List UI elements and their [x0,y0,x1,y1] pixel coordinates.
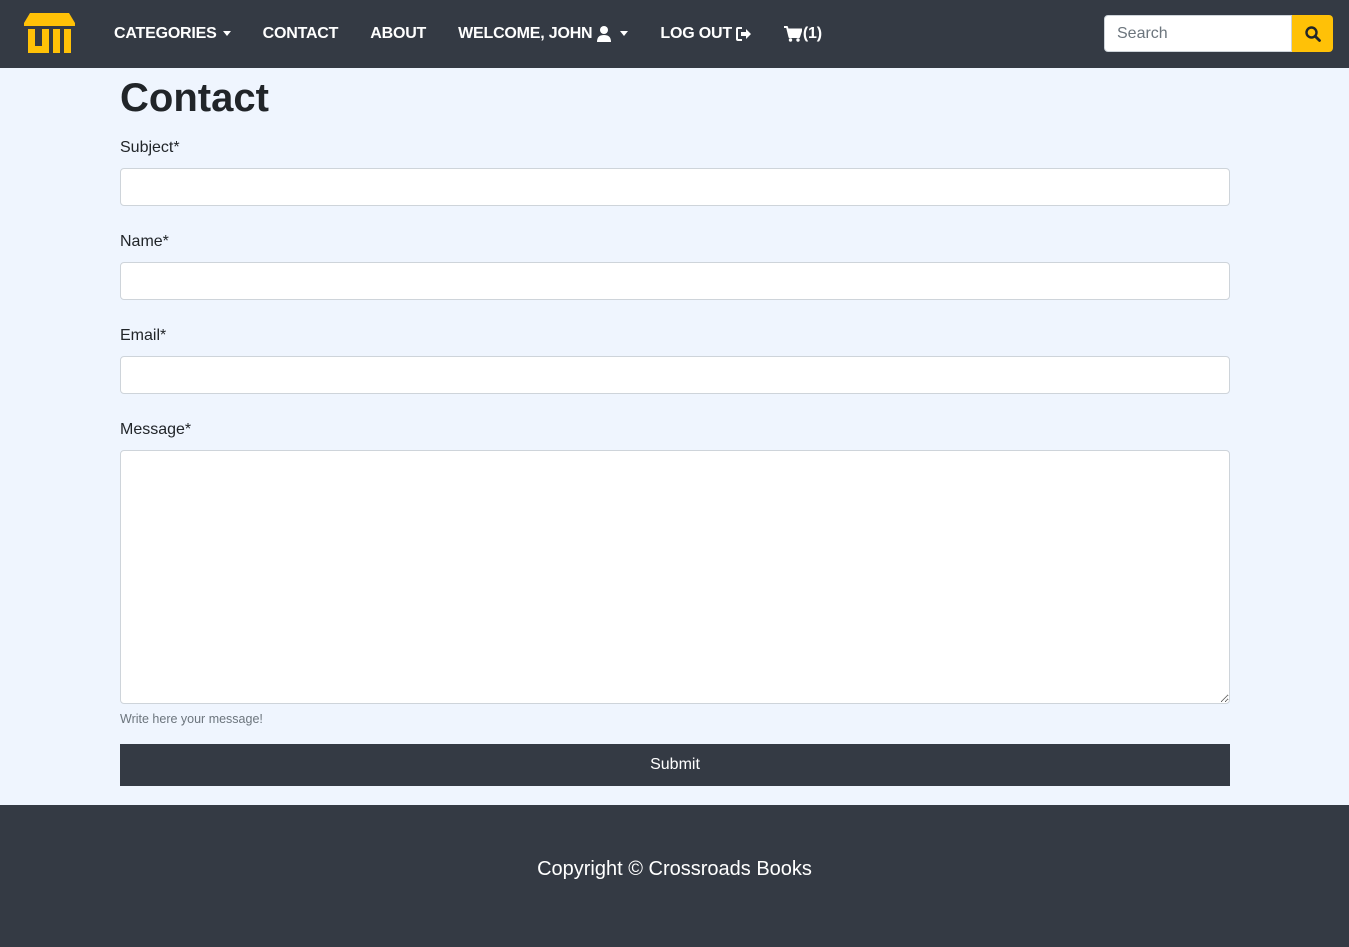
cart-count: (1) [802,25,822,42]
message-label: Message* [120,421,192,438]
user-icon [597,26,612,42]
nav-contact-link[interactable]: CONTACT [263,25,339,43]
search-button[interactable] [1292,15,1333,52]
subject-label: Subject* [120,139,180,156]
shopping-cart-icon [783,26,802,42]
nav-about-label: ABOUT [370,25,427,42]
submit-button[interactable]: Submit [120,744,1230,786]
nav-logout-link[interactable]: LOG OUT [660,25,751,43]
name-label: Name* [120,233,169,250]
message-help-text: Write here your message! [120,712,263,726]
top-navbar: CATEGORIES CONTACT ABOUT WELCOME, JOHN L… [0,0,1349,68]
contact-page: Contact Subject* Name* Email* Message* W… [120,68,1230,786]
nav-welcome-label: WELCOME, JOHN [458,25,593,42]
email-label: Email* [120,327,167,344]
caret-down-icon [222,30,231,36]
footer-copyright: Copyright © Crossroads Books [537,857,812,880]
nav-cart-link[interactable]: (1) [783,25,822,43]
nav-contact-label: CONTACT [262,25,339,42]
sign-out-icon [735,27,752,41]
subject-input[interactable] [120,168,1230,206]
search-input[interactable] [1104,15,1292,52]
search-icon [1304,25,1321,42]
contact-form: Subject* Name* Email* Message* Write her… [120,136,1230,786]
footer: Copyright © Crossroads Books [0,805,1349,947]
search-form [1104,15,1333,52]
message-textarea[interactable] [120,450,1230,704]
nav-links: CATEGORIES CONTACT ABOUT WELCOME, JOHN L… [114,0,822,68]
name-input[interactable] [120,262,1230,300]
email-input[interactable] [120,356,1230,394]
nav-logout-label: LOG OUT [660,25,732,42]
page-title: Contact [120,76,269,120]
nav-categories-dropdown[interactable]: CATEGORIES [114,25,231,43]
nav-user-dropdown[interactable]: WELCOME, JOHN [458,25,629,43]
caret-down-icon [620,30,629,36]
nav-categories-label: CATEGORIES [114,25,217,42]
nav-about-link[interactable]: ABOUT [370,25,426,43]
storefront-icon[interactable] [24,13,75,53]
